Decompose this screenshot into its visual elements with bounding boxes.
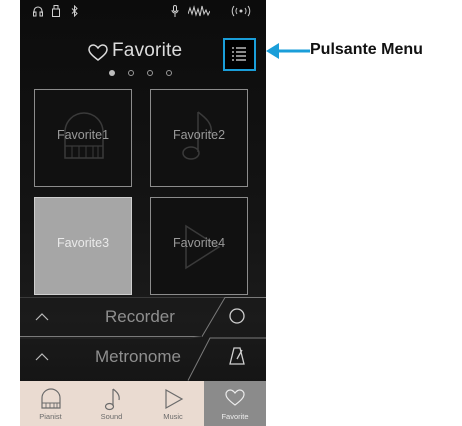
chevron-up-icon[interactable] bbox=[35, 352, 49, 361]
usb-memory-icon bbox=[52, 5, 60, 17]
list-menu-icon bbox=[232, 47, 246, 61]
favorite-label: Favorite1 bbox=[56, 128, 110, 142]
headphones-icon bbox=[33, 6, 43, 17]
favorite-tile-2[interactable]: Favorite2 bbox=[150, 89, 248, 187]
waveform-icon bbox=[188, 5, 210, 17]
callout-arrow bbox=[266, 43, 310, 59]
heart-icon bbox=[225, 389, 245, 406]
app-screen: Favorite Favorite1 Favorite2 Favorite3 F… bbox=[20, 0, 266, 426]
wireless-icon bbox=[231, 5, 251, 17]
recorder-label[interactable]: Recorder bbox=[105, 307, 175, 327]
tab-favorite[interactable]: Favorite bbox=[204, 381, 266, 426]
metronome-icon[interactable] bbox=[227, 346, 247, 366]
music-note-icon bbox=[104, 388, 120, 411]
page-dot-1[interactable] bbox=[109, 70, 115, 76]
bluetooth-icon bbox=[71, 5, 78, 17]
tab-bar: Pianist Sound Music Favorite bbox=[20, 381, 266, 426]
favorite-label: Favorite3 bbox=[56, 236, 110, 250]
callout-label: Pulsante Menu bbox=[310, 41, 423, 58]
menu-button[interactable] bbox=[223, 38, 256, 71]
tab-pianist[interactable]: Pianist bbox=[20, 381, 81, 426]
piano-icon bbox=[41, 388, 61, 409]
tab-label: Pianist bbox=[39, 412, 62, 421]
tab-sound[interactable]: Sound bbox=[81, 381, 142, 426]
control-bars: Recorder Metronome bbox=[20, 297, 266, 381]
page-title: Favorite bbox=[112, 40, 183, 61]
microphone-icon bbox=[171, 5, 179, 17]
chevron-up-icon[interactable] bbox=[35, 312, 49, 321]
heart-icon bbox=[88, 44, 108, 61]
favorite-tile-4[interactable]: Favorite4 bbox=[150, 197, 248, 295]
play-icon bbox=[165, 388, 184, 410]
favorite-tile-3[interactable]: Favorite3 bbox=[34, 197, 132, 295]
tab-label: Favorite bbox=[221, 412, 249, 421]
page-dot-2[interactable] bbox=[128, 70, 134, 76]
favorite-label: Favorite2 bbox=[172, 128, 226, 142]
page-dot-3[interactable] bbox=[147, 70, 153, 76]
status-bar bbox=[20, 0, 266, 24]
tab-label: Sound bbox=[100, 412, 123, 421]
record-icon[interactable] bbox=[228, 307, 246, 325]
tab-label: Music bbox=[163, 412, 183, 421]
favorite-label: Favorite4 bbox=[172, 236, 226, 250]
metronome-label[interactable]: Metronome bbox=[95, 347, 181, 367]
page-dot-4[interactable] bbox=[166, 70, 172, 76]
favorite-tile-1[interactable]: Favorite1 bbox=[34, 89, 132, 187]
tab-music[interactable]: Music bbox=[142, 381, 204, 426]
